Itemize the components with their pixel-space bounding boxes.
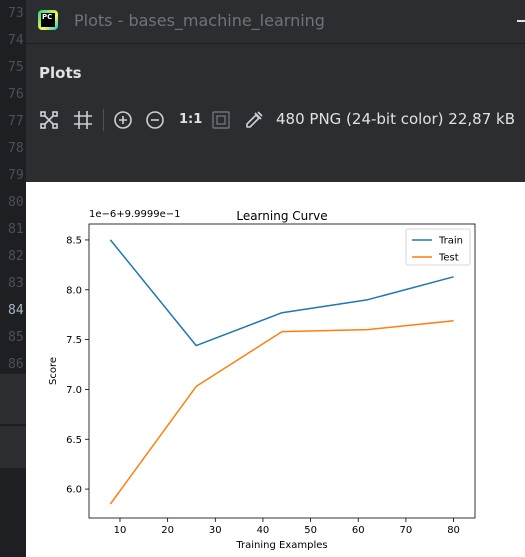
background-toggle-icon[interactable] — [210, 109, 232, 131]
legend-label-test: Test — [438, 253, 459, 264]
line-number: 75 — [8, 60, 24, 75]
x-tick-label: 70 — [400, 525, 413, 536]
line-number: 83 — [8, 276, 24, 291]
plot-image: 10 20 30 40 50 60 70 80 6.0 6.5 7.0 7.5 8.0 8.5 Learni… — [26, 182, 525, 557]
minimize-icon[interactable] — [517, 20, 525, 22]
y-tick-label: 7.5 — [66, 335, 82, 346]
legend-label-train: Train — [438, 236, 463, 247]
chart-title: Learning Curve — [236, 209, 327, 223]
learning-curve-chart: 10 20 30 40 50 60 70 80 6.0 6.5 7.0 7.5 8.0 8.5 Learni… — [48, 209, 476, 551]
actual-size-button[interactable]: 1:1 — [179, 112, 202, 127]
x-tick-label: 80 — [447, 525, 460, 536]
fit-to-window-icon[interactable] — [38, 109, 60, 131]
line-number: 86 — [8, 357, 24, 372]
line-number: 78 — [8, 141, 24, 156]
window-titlebar: PC Plots - bases_machine_learning — [26, 0, 525, 44]
grid-icon[interactable] — [72, 109, 94, 131]
y-tick-label: 7.0 — [66, 385, 82, 396]
x-tick-label: 50 — [304, 525, 317, 536]
gutter-panel-band — [0, 374, 26, 424]
x-axis-label: Training Examples — [235, 540, 327, 551]
tool-window-header: Plots — [26, 44, 525, 96]
window-title: Plots - bases_machine_learning — [74, 11, 325, 30]
plots-toolbar: 1:1 480 PNG (24-bit color) 22,87 kB — [26, 97, 525, 143]
x-tick-label: 60 — [352, 525, 365, 536]
image-info-text: 480 PNG (24-bit color) 22,87 kB — [276, 110, 515, 128]
line-number: 80 — [8, 195, 24, 210]
editor-gutter: 73 74 75 76 77 78 79 80 81 82 83 84 85 8… — [0, 0, 26, 557]
x-tick-label: 20 — [161, 525, 174, 536]
line-number: 74 — [8, 33, 24, 48]
line-number: 79 — [8, 168, 24, 183]
zoom-out-icon[interactable] — [144, 109, 166, 131]
line-number: 82 — [8, 249, 24, 264]
y-tick-label: 6.5 — [66, 435, 82, 446]
y-tick-label: 8.0 — [66, 285, 82, 296]
toolbar-separator — [103, 109, 104, 131]
legend-box — [405, 228, 471, 266]
line-number: 76 — [8, 87, 24, 102]
line-number: 85 — [8, 330, 24, 345]
gutter-panel-band — [0, 426, 26, 468]
color-picker-icon[interactable] — [243, 109, 265, 131]
line-number: 73 — [8, 6, 24, 21]
pycharm-icon: PC — [38, 10, 58, 30]
line-number-current: 84 — [8, 303, 24, 318]
x-tick-label: 10 — [114, 525, 127, 536]
line-number: 77 — [8, 114, 24, 129]
series-line-test — [109, 319, 454, 505]
line-number: 81 — [8, 222, 24, 237]
x-tick-label: 30 — [209, 525, 222, 536]
tool-window-title: Plots — [39, 64, 82, 82]
series-line-train — [109, 239, 454, 347]
y-offset-label: 1e−6+9.9999e−1 — [89, 209, 181, 220]
y-tick-label: 6.0 — [66, 485, 82, 496]
y-axis-label: Score — [48, 357, 59, 385]
x-tick-label: 40 — [257, 525, 270, 536]
app-icon-text: PC — [41, 13, 55, 27]
axes-frame — [88, 223, 476, 519]
y-tick-label: 8.5 — [66, 235, 82, 246]
pycharm-window: 73 74 75 76 77 78 79 80 81 82 83 84 85 8… — [0, 0, 525, 557]
zoom-in-icon[interactable] — [112, 109, 134, 131]
